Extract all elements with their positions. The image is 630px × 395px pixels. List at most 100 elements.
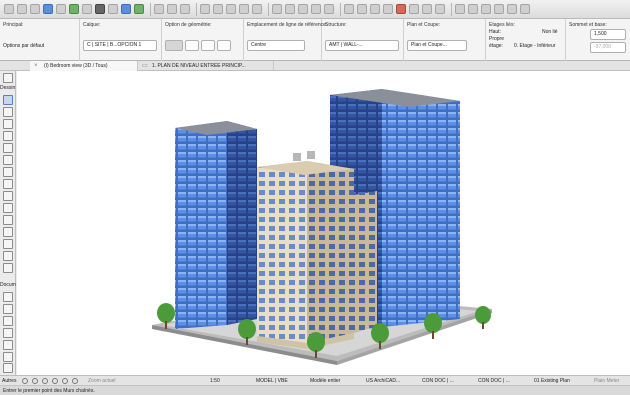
slab-tool-icon[interactable] <box>3 155 13 165</box>
ungroup-icon[interactable] <box>507 4 517 14</box>
pointer-icon[interactable] <box>4 4 14 14</box>
zoom-out-icon[interactable] <box>52 378 58 384</box>
column-tool-icon[interactable] <box>3 131 13 141</box>
propre-label: Propre <box>489 36 505 42</box>
rotate-icon[interactable] <box>30 4 40 14</box>
etages-group: Etages liés: Haut: Non lié Propre étage:… <box>486 19 566 61</box>
wall-icon[interactable] <box>82 4 92 14</box>
calque-select[interactable]: C | SITE | B...OPCION 1 <box>83 40 157 51</box>
top-height-field[interactable]: 1,500 <box>590 29 626 40</box>
3d-viewport[interactable] <box>17 71 630 375</box>
text-icon[interactable] <box>383 4 393 14</box>
axis-icon[interactable] <box>285 4 295 14</box>
geometry-trapezoid-button[interactable] <box>201 40 215 51</box>
guide-icon[interactable] <box>213 4 223 14</box>
stair-tool-icon[interactable] <box>3 191 13 201</box>
marquee-icon[interactable] <box>17 4 27 14</box>
redo-icon[interactable] <box>32 378 38 384</box>
etage-value[interactable]: 0. Etage - Inférieur <box>514 43 555 49</box>
layer-icon[interactable] <box>69 4 79 14</box>
syringe-icon[interactable] <box>180 4 190 14</box>
angle-icon[interactable] <box>226 4 236 14</box>
dimension-tool-icon[interactable] <box>3 292 13 302</box>
info-box: Principal: Options par défaut Calque: C … <box>0 19 630 61</box>
view-3d-icon[interactable] <box>121 4 131 14</box>
structure-icon[interactable] <box>95 4 105 14</box>
fit-icon[interactable] <box>62 378 68 384</box>
zone-tool-icon[interactable] <box>3 251 13 261</box>
fill-tool-icon[interactable] <box>3 340 13 350</box>
window-tool-icon[interactable] <box>3 119 13 129</box>
select-icon[interactable] <box>43 4 53 14</box>
more-icon[interactable] <box>520 4 530 14</box>
prompt-line: Entrer le premier point des Murs chaînés… <box>0 385 630 395</box>
separator <box>150 2 151 16</box>
document-label: Document <box>0 282 16 288</box>
undo-icon[interactable] <box>22 378 28 384</box>
label-tool-icon[interactable] <box>3 328 13 338</box>
emplacement-select[interactable]: Centre <box>247 40 305 51</box>
level-tool-icon[interactable] <box>3 304 13 314</box>
roof-tool-icon[interactable] <box>3 167 13 177</box>
railing-tool-icon[interactable] <box>3 203 13 213</box>
structure-select[interactable]: AMT | WALL-... <box>325 40 399 51</box>
cross-icon[interactable] <box>357 4 367 14</box>
status-bar: Autres Zoom actuel 1:50 MODEL | VBE Modè… <box>0 375 630 385</box>
curtain-wall-tool-icon[interactable] <box>3 215 13 225</box>
etage-label: étage: <box>489 43 503 49</box>
geometry-polygon-button[interactable] <box>217 40 231 51</box>
geometry-straight-button[interactable] <box>165 40 183 51</box>
mesh-tool-icon[interactable] <box>3 263 13 273</box>
geometry-curved-button[interactable] <box>185 40 199 51</box>
emplacement-group: Emplacement de ligne de référence: Centr… <box>244 19 328 61</box>
text-tool-icon[interactable] <box>3 316 13 326</box>
bottom-height-field[interactable]: -37,000 <box>590 42 626 53</box>
line-tool-icon[interactable] <box>3 352 13 362</box>
mirror-icon[interactable] <box>370 4 380 14</box>
pin-icon[interactable] <box>422 4 432 14</box>
tab-label: (I) Bedroom view (3D / Tous) <box>44 63 108 69</box>
close-icon[interactable]: × <box>34 61 38 71</box>
renovation-icon[interactable] <box>108 4 118 14</box>
warning-icon[interactable] <box>396 4 406 14</box>
eyedropper-icon[interactable] <box>167 4 177 14</box>
dessin-label: Dessin <box>0 85 16 91</box>
morph-tool-icon[interactable] <box>3 227 13 237</box>
pencil-icon[interactable] <box>154 4 164 14</box>
orbit-icon[interactable] <box>72 378 78 384</box>
lock-icon[interactable] <box>409 4 419 14</box>
tab-floor-plan[interactable]: ▭ 1. PLAN DE NIVEAU ENTREE PRINCIP... <box>138 61 274 71</box>
principal-value[interactable]: Options par défaut <box>3 43 44 49</box>
cube-icon[interactable] <box>134 4 144 14</box>
zoom-icon[interactable] <box>252 4 262 14</box>
magic-wand-icon[interactable] <box>56 4 66 14</box>
plancoupe-button[interactable]: Plan et Coupe... <box>407 40 467 51</box>
group-icon[interactable] <box>494 4 504 14</box>
emplacement-title: Emplacement de ligne de référence: <box>247 22 328 28</box>
measure-icon[interactable] <box>239 4 249 14</box>
zoom-in-icon[interactable] <box>42 378 48 384</box>
circle-tool-icon[interactable] <box>3 363 13 373</box>
separator <box>451 2 452 16</box>
eye-icon[interactable] <box>435 4 445 14</box>
wall-tool-icon[interactable] <box>3 95 13 105</box>
plane-icon[interactable] <box>344 4 354 14</box>
grid-icon[interactable] <box>272 4 282 14</box>
snap-icon[interactable] <box>200 4 210 14</box>
trim-icon[interactable] <box>311 4 321 14</box>
offset-icon[interactable] <box>298 4 308 14</box>
door-tool-icon[interactable] <box>3 107 13 117</box>
split-icon[interactable] <box>324 4 334 14</box>
stack-icon[interactable] <box>455 4 465 14</box>
beam-tool-icon[interactable] <box>3 143 13 153</box>
selection-tool-icon[interactable] <box>3 73 13 83</box>
buildings-illustration <box>152 89 492 365</box>
haut-value[interactable]: Non lié <box>542 29 558 35</box>
arrange-icon[interactable] <box>468 4 478 14</box>
hotlink-icon[interactable] <box>481 4 491 14</box>
object-tool-icon[interactable] <box>3 239 13 249</box>
shell-tool-icon[interactable] <box>3 179 13 189</box>
main-toolbar <box>0 0 630 19</box>
tab-3d-view[interactable]: × (I) Bedroom view (3D / Tous) <box>30 61 138 71</box>
floor-plan-icon: ▭ <box>142 63 148 69</box>
